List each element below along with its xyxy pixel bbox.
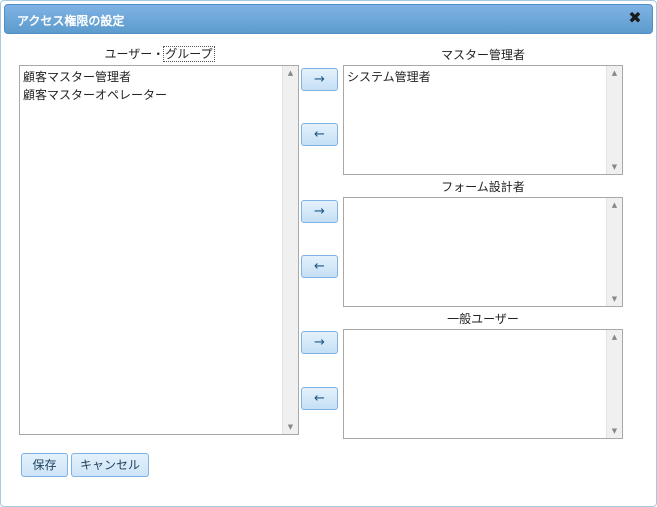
remove-from-general-user-button[interactable]: ← xyxy=(301,387,338,410)
role-listbox-general-user[interactable]: ▲ ▼ xyxy=(343,329,623,439)
access-permission-dialog: アクセス権限の設定 ✖ ユーザー・グループ 顧客マスター管理者 顧客マスターオペ… xyxy=(0,0,657,507)
role-label-master-admin: マスター管理者 xyxy=(440,48,525,62)
list-item[interactable]: 顧客マスター管理者 xyxy=(22,68,280,86)
list-item[interactable]: システム管理者 xyxy=(346,68,604,86)
close-icon[interactable]: ✖ xyxy=(628,10,642,26)
user-group-label: ユーザー・グループ xyxy=(19,45,299,62)
add-to-master-admin-button[interactable]: → xyxy=(301,68,338,91)
role-label-general-user: 一般ユーザー xyxy=(447,312,519,326)
role-label-form-designer: フォーム設計者 xyxy=(441,180,525,194)
scroll-up-icon[interactable]: ▲ xyxy=(607,198,622,212)
dialog-title: アクセス権限の設定 xyxy=(17,14,125,28)
scroll-up-icon[interactable]: ▲ xyxy=(607,330,622,344)
scroll-down-icon[interactable]: ▼ xyxy=(607,292,622,306)
scrollbar[interactable]: ▲ ▼ xyxy=(606,330,622,438)
user-group-label-link[interactable]: グループ xyxy=(163,46,215,62)
scroll-down-icon[interactable]: ▼ xyxy=(607,160,622,174)
add-to-form-designer-button[interactable]: → xyxy=(301,200,338,223)
scroll-up-icon[interactable]: ▲ xyxy=(607,66,622,80)
dialog-titlebar[interactable]: アクセス権限の設定 ✖ xyxy=(4,4,653,34)
cancel-button[interactable]: キャンセル xyxy=(71,453,149,477)
scroll-up-icon[interactable]: ▲ xyxy=(283,66,298,80)
scrollbar[interactable]: ▲ ▼ xyxy=(282,66,298,434)
remove-from-form-designer-button[interactable]: ← xyxy=(301,255,338,278)
scrollbar[interactable]: ▲ ▼ xyxy=(606,198,622,306)
scroll-down-icon[interactable]: ▼ xyxy=(283,420,298,434)
user-group-label-prefix: ユーザー・ xyxy=(104,47,165,61)
list-item[interactable]: 顧客マスターオペレーター xyxy=(22,86,280,104)
user-group-listbox[interactable]: 顧客マスター管理者 顧客マスターオペレーター ▲ ▼ xyxy=(19,65,299,435)
scrollbar[interactable]: ▲ ▼ xyxy=(606,66,622,174)
save-button[interactable]: 保存 xyxy=(21,453,68,477)
scroll-down-icon[interactable]: ▼ xyxy=(607,424,622,438)
role-listbox-form-designer[interactable]: ▲ ▼ xyxy=(343,197,623,307)
remove-from-master-admin-button[interactable]: ← xyxy=(301,123,338,146)
add-to-general-user-button[interactable]: → xyxy=(301,331,338,354)
role-listbox-master-admin[interactable]: システム管理者 ▲ ▼ xyxy=(343,65,623,175)
